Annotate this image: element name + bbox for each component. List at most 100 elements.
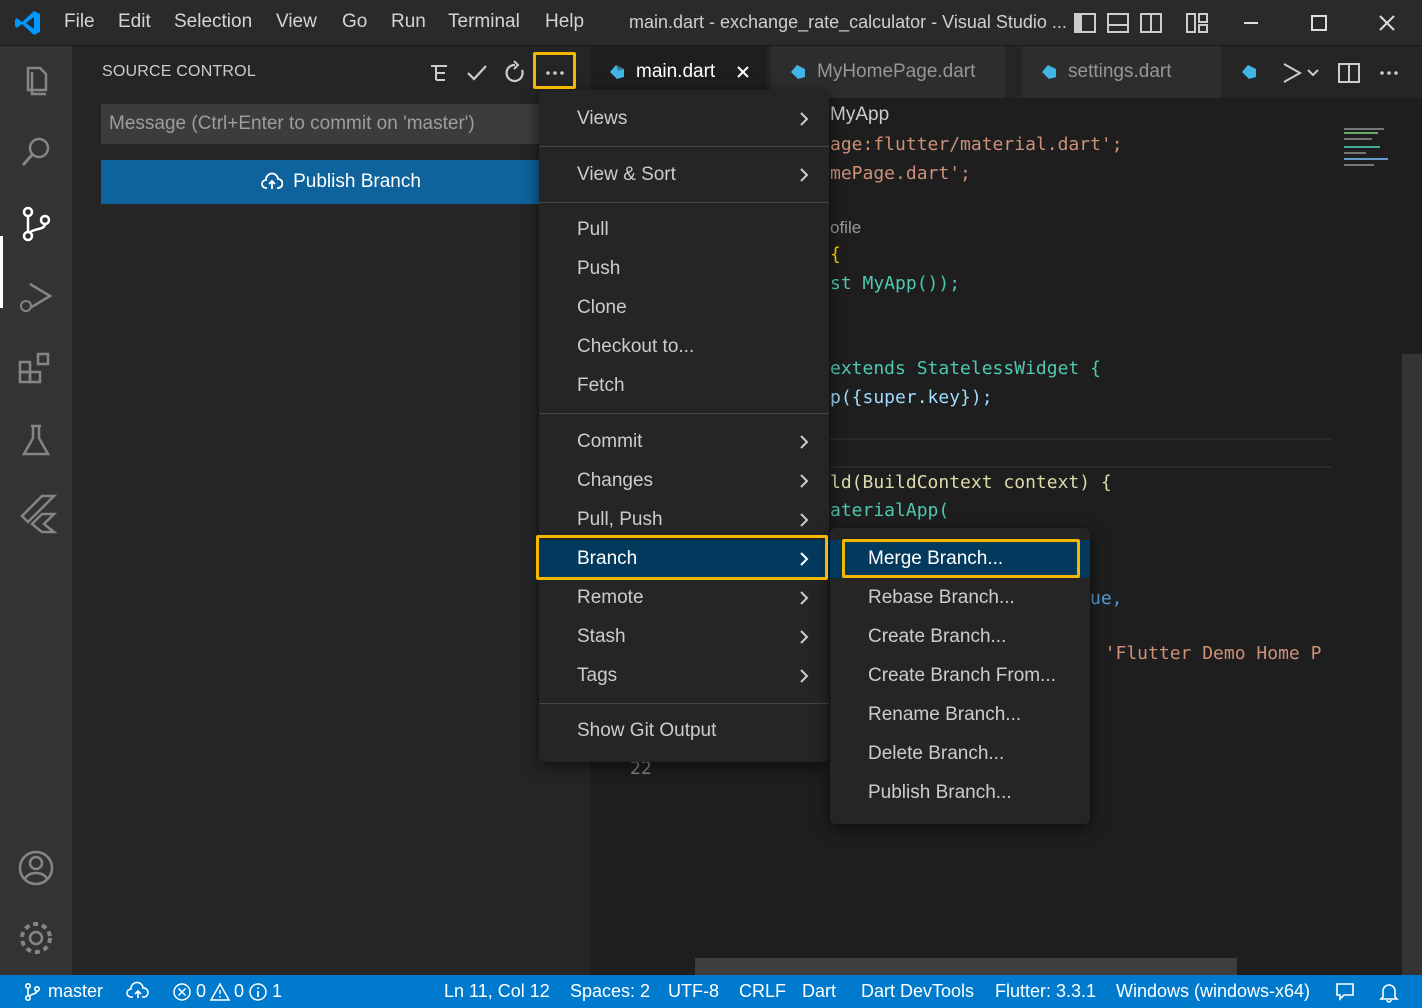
dart-file-icon bbox=[610, 65, 624, 79]
settings-gear-icon[interactable] bbox=[14, 916, 58, 960]
menu-item-label: Fetch bbox=[577, 375, 625, 396]
menu-item-views[interactable]: Views bbox=[539, 100, 829, 138]
warning-count: 0 bbox=[234, 981, 245, 1001]
code-line: age:flutter/material.dart'; bbox=[830, 134, 1123, 155]
search-icon[interactable] bbox=[14, 130, 58, 174]
chevron-right-icon bbox=[800, 435, 809, 449]
info-icon bbox=[249, 982, 267, 1001]
commit-check-icon[interactable] bbox=[462, 58, 492, 88]
toggle-panel-icon[interactable] bbox=[1103, 8, 1133, 38]
menu-help[interactable]: Help bbox=[545, 11, 584, 33]
code-line: { bbox=[830, 244, 841, 265]
menu-item-label: Stash bbox=[577, 626, 626, 647]
minimize-icon[interactable] bbox=[1236, 8, 1266, 38]
split-editor-icon[interactable] bbox=[1334, 58, 1364, 88]
menu-item-pull-push[interactable]: Pull, Push bbox=[539, 501, 829, 539]
menu-run[interactable]: Run bbox=[391, 11, 426, 33]
vertical-scrollbar[interactable] bbox=[1402, 354, 1422, 994]
breadcrumb-myapp[interactable]: MyApp bbox=[830, 104, 889, 126]
menu-item-label: Show Git Output bbox=[577, 720, 717, 741]
tab-settings-dart[interactable]: settings.dart bbox=[1022, 46, 1222, 98]
extensions-icon[interactable] bbox=[14, 346, 58, 390]
source-control-sidebar: SOURCE CONTROL Message (Ctrl+Enter to co… bbox=[72, 46, 590, 975]
menu-item-label: Changes bbox=[577, 470, 654, 491]
menu-item-stash[interactable]: Stash bbox=[539, 618, 829, 656]
toggle-primary-sidebar-icon[interactable] bbox=[1070, 8, 1100, 38]
menu-go[interactable]: Go bbox=[342, 11, 367, 33]
explorer-icon[interactable] bbox=[14, 58, 58, 102]
menu-item-pull[interactable]: Pull bbox=[539, 211, 829, 249]
menu-item-publish-branch[interactable]: Publish Branch... bbox=[830, 774, 1090, 812]
menu-item-remote[interactable]: Remote bbox=[539, 579, 829, 617]
menu-item-view-sort[interactable]: View & Sort bbox=[539, 156, 829, 194]
code-line: extends StatelessWidget { bbox=[830, 358, 1101, 379]
menu-selection[interactable]: Selection bbox=[174, 11, 252, 33]
code-line: aterialApp( bbox=[830, 500, 950, 521]
indentation[interactable]: Spaces: 2 bbox=[570, 981, 650, 1002]
publish-branch-button[interactable]: Publish Branch bbox=[101, 160, 581, 204]
menu-item-tags[interactable]: Tags bbox=[539, 657, 829, 695]
accounts-icon[interactable] bbox=[14, 846, 58, 890]
menu-item-rebase-branch[interactable]: Rebase Branch... bbox=[830, 579, 1090, 617]
menu-item-delete-branch[interactable]: Delete Branch... bbox=[830, 735, 1090, 773]
highlight-merge-branch bbox=[842, 539, 1080, 578]
editor-more-actions-icon[interactable] bbox=[1374, 58, 1404, 88]
feedback-icon[interactable] bbox=[1334, 981, 1356, 1003]
more-actions-menu: Views View & Sort Pull Push Clone Checko… bbox=[539, 90, 829, 762]
menu-terminal[interactable]: Terminal bbox=[448, 11, 520, 33]
menu-item-commit[interactable]: Commit bbox=[539, 423, 829, 461]
menu-view[interactable]: View bbox=[276, 11, 317, 33]
tab-label: main.dart bbox=[636, 61, 716, 82]
horizontal-scrollbar[interactable] bbox=[695, 958, 1237, 975]
menu-item-show-git-output[interactable]: Show Git Output bbox=[539, 712, 829, 750]
dart-file-icon[interactable] bbox=[1240, 63, 1258, 81]
codelens-profile[interactable]: ofile bbox=[830, 218, 861, 238]
source-control-icon[interactable] bbox=[14, 202, 58, 246]
menu-edit[interactable]: Edit bbox=[118, 11, 151, 33]
menu-item-label: Tags bbox=[577, 665, 618, 686]
menu-item-label: Clone bbox=[577, 297, 627, 318]
end-of-line[interactable]: CRLF bbox=[739, 981, 786, 1002]
cloud-sync-icon[interactable] bbox=[126, 981, 150, 1001]
branch-status[interactable]: master bbox=[22, 981, 103, 1002]
menu-separator bbox=[539, 146, 829, 147]
close-tab-icon[interactable] bbox=[733, 62, 753, 82]
menu-item-changes[interactable]: Changes bbox=[539, 462, 829, 500]
code-line: mePage.dart'; bbox=[830, 163, 971, 184]
problems-status[interactable]: 0 0 1 bbox=[172, 981, 282, 1002]
cursor-position[interactable]: Ln 11, Col 12 bbox=[444, 981, 550, 1002]
code-line: : 'Flutter Demo Home P bbox=[1083, 643, 1322, 664]
menu-item-rename-branch[interactable]: Rename Branch... bbox=[830, 696, 1090, 734]
commit-message-input[interactable]: Message (Ctrl+Enter to commit on 'master… bbox=[101, 104, 581, 144]
device-selector[interactable]: Windows (windows-x64) bbox=[1116, 981, 1310, 1002]
view-as-tree-icon[interactable] bbox=[424, 58, 454, 88]
toggle-secondary-sidebar-icon[interactable] bbox=[1136, 8, 1166, 38]
menu-item-fetch[interactable]: Fetch bbox=[539, 367, 829, 405]
refresh-icon[interactable] bbox=[500, 58, 530, 88]
active-indicator bbox=[0, 236, 3, 308]
encoding[interactable]: UTF-8 bbox=[668, 981, 719, 1002]
run-debug-dropdown-icon[interactable] bbox=[1276, 58, 1320, 88]
menu-item-create-branch[interactable]: Create Branch... bbox=[830, 618, 1090, 656]
maximize-icon[interactable] bbox=[1304, 8, 1334, 38]
testing-icon[interactable] bbox=[14, 418, 58, 462]
customize-layout-icon[interactable] bbox=[1182, 8, 1212, 38]
menu-item-push[interactable]: Push bbox=[539, 250, 829, 288]
menu-item-clone[interactable]: Clone bbox=[539, 289, 829, 327]
menu-item-checkout[interactable]: Checkout to... bbox=[539, 328, 829, 366]
language-mode[interactable]: Dart bbox=[802, 981, 836, 1002]
flutter-icon[interactable] bbox=[14, 490, 58, 534]
vscode-logo-icon bbox=[15, 11, 40, 35]
activity-bar bbox=[0, 46, 72, 975]
dart-devtools[interactable]: Dart DevTools bbox=[861, 981, 974, 1002]
tab-label: settings.dart bbox=[1068, 61, 1172, 82]
menu-file[interactable]: File bbox=[64, 11, 95, 33]
menu-item-create-branch-from[interactable]: Create Branch From... bbox=[830, 657, 1090, 695]
close-window-icon[interactable] bbox=[1372, 8, 1402, 38]
current-line-highlight bbox=[830, 438, 1332, 468]
run-debug-icon[interactable] bbox=[14, 274, 58, 318]
flutter-version[interactable]: Flutter: 3.3.1 bbox=[995, 981, 1096, 1002]
highlight-more-actions bbox=[533, 52, 576, 89]
notifications-bell-icon[interactable] bbox=[1378, 981, 1400, 1003]
info-count: 1 bbox=[272, 981, 283, 1001]
